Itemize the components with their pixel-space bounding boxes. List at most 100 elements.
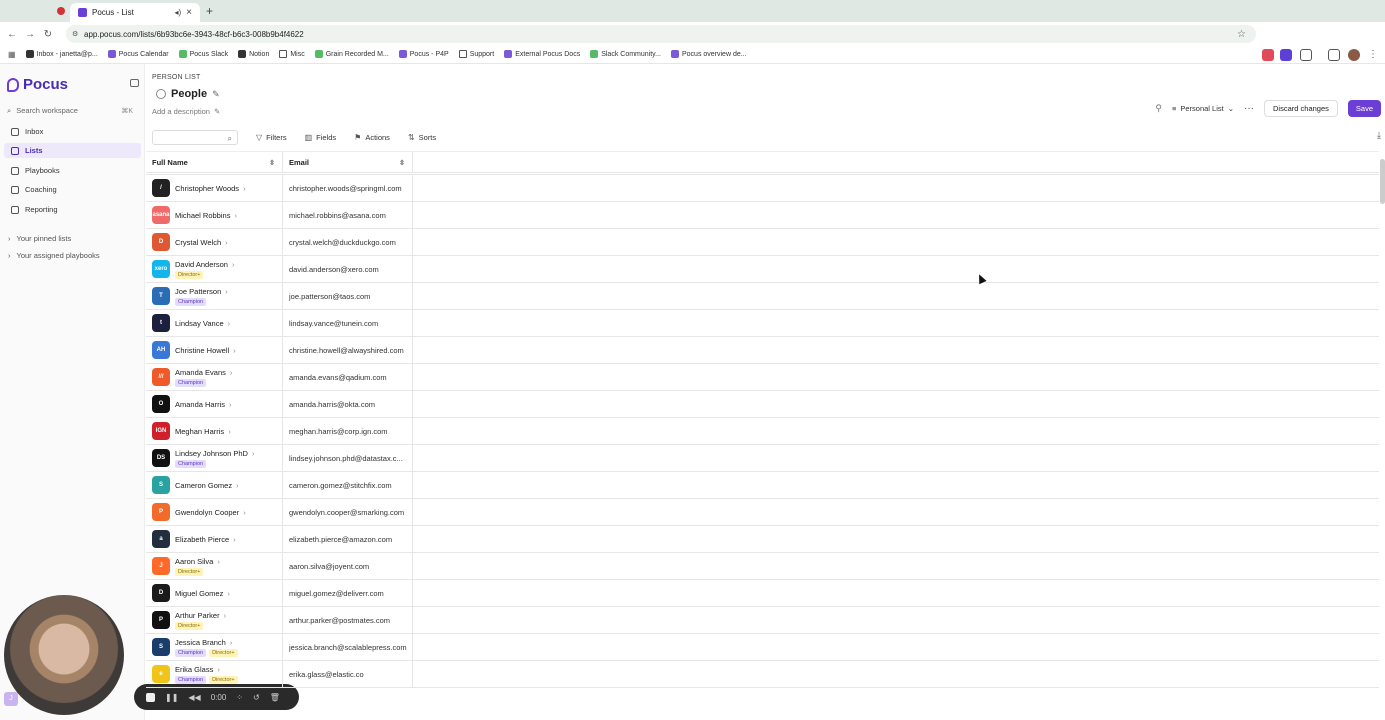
edit-title-icon[interactable]: ✎ xyxy=(212,89,220,100)
forward-icon[interactable]: → xyxy=(21,29,39,40)
speaker-icon[interactable]: ◂) xyxy=(174,8,181,17)
table-search-input[interactable]: ⌕ xyxy=(152,130,238,145)
full-name-cell[interactable]: a Elizabeth Pierce › xyxy=(146,526,283,552)
full-name-cell[interactable]: P Gwendolyn Cooper › xyxy=(146,499,283,525)
user-avatar[interactable]: J xyxy=(4,692,18,706)
person-name[interactable]: Christopher Woods › xyxy=(175,184,246,193)
sorts-button[interactable]: ⇅ Sorts xyxy=(408,133,436,142)
pin-icon[interactable]: ⚲ xyxy=(1155,103,1162,114)
table-row[interactable]: / Christopher Woods › christopher.woods@s… xyxy=(146,175,1379,202)
person-name[interactable]: Christine Howell › xyxy=(175,346,236,355)
full-name-cell[interactable]: T Joe Patterson › Champion xyxy=(146,283,283,309)
full-name-cell[interactable]: /// Amanda Evans › Champion xyxy=(146,364,283,390)
bookmark-item[interactable]: Inbox - janetta@p... xyxy=(25,50,98,58)
full-name-cell[interactable]: e Erika Glass › Champion Director+ xyxy=(146,661,283,687)
full-name-cell[interactable]: S Cameron Gomez › xyxy=(146,472,283,498)
table-row[interactable]: DS Lindsey Johnson PhD › Champion lindsey… xyxy=(146,445,1379,472)
person-name[interactable]: Amanda Harris › xyxy=(175,400,232,409)
email-cell[interactable]: joe.patterson@taos.com xyxy=(283,283,413,309)
email-cell[interactable]: aaron.silva@joyent.com xyxy=(283,553,413,579)
person-name[interactable]: Amanda Evans › xyxy=(175,368,232,377)
email-cell[interactable]: cameron.gomez@stitchfix.com xyxy=(283,472,413,498)
table-row[interactable]: AH Christine Howell › christine.howell@al… xyxy=(146,337,1379,364)
table-row[interactable]: S Cameron Gomez › cameron.gomez@stitchfix… xyxy=(146,472,1379,499)
person-name[interactable]: Jessica Branch › xyxy=(175,638,238,647)
search-workspace[interactable]: ⌕ Search workspace ⌘K xyxy=(7,104,135,117)
bookmark-item[interactable]: Pocus Calendar xyxy=(107,50,169,58)
table-row[interactable]: S Jessica Branch › Champion Director+ jess… xyxy=(146,634,1379,661)
sidebar-item-playbooks[interactable]: Playbooks xyxy=(4,163,141,178)
full-name-cell[interactable]: / Christopher Woods › xyxy=(146,175,283,201)
bookmark-item[interactable]: Slack Community... xyxy=(590,50,661,58)
table-row[interactable]: J Aaron Silva › Director+ aaron.silva@joy… xyxy=(146,553,1379,580)
close-tab-icon[interactable]: × xyxy=(186,7,192,18)
table-row[interactable]: e Erika Glass › Champion Director+ erika.g… xyxy=(146,661,1379,688)
table-row[interactable]: a Elizabeth Pierce › elizabeth.pierce@ama… xyxy=(146,526,1379,553)
full-name-cell[interactable]: J Aaron Silva › Director+ xyxy=(146,553,283,579)
full-name-cell[interactable]: t Lindsay Vance › xyxy=(146,310,283,336)
person-name[interactable]: Michael Robbins › xyxy=(175,211,237,220)
bookmark-item[interactable]: Support xyxy=(458,50,494,58)
apps-grid-icon[interactable]: ▦ xyxy=(8,50,16,59)
full-name-cell[interactable]: D Crystal Welch › xyxy=(146,229,283,255)
sidebar-item-reporting[interactable]: Reporting xyxy=(4,202,141,217)
save-button[interactable]: Save xyxy=(1347,100,1381,117)
more-options-icon[interactable]: ··· xyxy=(1244,103,1254,114)
full-name-cell[interactable]: D Miguel Gomez › xyxy=(146,580,283,606)
person-name[interactable]: Miguel Gomez › xyxy=(175,589,230,598)
email-cell[interactable]: gwendolyn.cooper@smarking.com xyxy=(283,499,413,525)
email-cell[interactable]: amanda.harris@okta.com xyxy=(283,391,413,417)
person-name[interactable]: Cameron Gomez › xyxy=(175,481,239,490)
bookmark-item[interactable]: Grain Recorded M... xyxy=(314,50,389,58)
site-info-icon[interactable]: ⚙ xyxy=(72,30,78,38)
table-row[interactable]: D Miguel Gomez › miguel.gomez@deliverr.co… xyxy=(146,580,1379,607)
scrollbar[interactable] xyxy=(1380,159,1385,204)
table-row[interactable]: P Arthur Parker › Director+ arthur.parker… xyxy=(146,607,1379,634)
description-field[interactable]: Add a description ✎ xyxy=(152,107,220,116)
table-row[interactable]: asana Michael Robbins › michael.robbins@a… xyxy=(146,202,1379,229)
person-name[interactable]: Aaron Silva › xyxy=(175,557,220,566)
table-row[interactable]: /// Amanda Evans › Champion amanda.evans@… xyxy=(146,364,1379,391)
pinned-lists-section[interactable]: › Your pinned lists xyxy=(8,234,71,243)
email-cell[interactable]: david.anderson@xero.com xyxy=(283,256,413,282)
full-name-cell[interactable]: O Amanda Harris › xyxy=(146,391,283,417)
person-name[interactable]: Erika Glass › xyxy=(175,665,238,674)
bookmark-item[interactable]: Pocus overview de... xyxy=(670,50,747,58)
table-row[interactable]: xero David Anderson › Director+ david.and… xyxy=(146,256,1379,283)
table-row[interactable]: t Lindsay Vance › lindsay.vance@tunein.co… xyxy=(146,310,1379,337)
new-tab-icon[interactable]: + xyxy=(206,4,213,18)
discard-changes-button[interactable]: Discard changes xyxy=(1264,100,1338,117)
fields-button[interactable]: ▥ Fields xyxy=(305,133,337,142)
email-cell[interactable]: michael.robbins@asana.com xyxy=(283,202,413,228)
email-cell[interactable]: crystal.welch@duckduckgo.com xyxy=(283,229,413,255)
browser-tab[interactable]: Pocus - List ◂) × xyxy=(70,3,200,22)
person-name[interactable]: Arthur Parker › xyxy=(175,611,226,620)
list-visibility-dropdown[interactable]: ≡ Personal List ⌄ xyxy=(1172,104,1234,113)
email-cell[interactable]: lindsey.johnson.phd@datastax.c... xyxy=(283,445,413,471)
person-name[interactable]: David Anderson › xyxy=(175,260,234,269)
sidebar-item-coaching[interactable]: Coaching xyxy=(4,182,141,197)
page-title[interactable]: People xyxy=(171,88,207,100)
back-icon[interactable]: ← xyxy=(3,29,21,40)
bookmark-item[interactable]: Pocus Slack xyxy=(178,50,228,58)
email-cell[interactable]: elizabeth.pierce@amazon.com xyxy=(283,526,413,552)
full-name-cell[interactable]: P Arthur Parker › Director+ xyxy=(146,607,283,633)
table-row[interactable]: P Gwendolyn Cooper › gwendolyn.cooper@sma… xyxy=(146,499,1379,526)
person-name[interactable]: Crystal Welch › xyxy=(175,238,228,247)
full-name-cell[interactable]: IGN Meghan Harris › xyxy=(146,418,283,444)
person-name[interactable]: Joe Patterson › xyxy=(175,287,228,296)
filters-button[interactable]: ▽ Filters xyxy=(256,133,287,142)
email-cell[interactable]: erika.glass@elastic.co xyxy=(283,661,413,687)
email-cell[interactable]: miguel.gomez@deliverr.com xyxy=(283,580,413,606)
person-name[interactable]: Lindsey Johnson PhD › xyxy=(175,449,254,458)
full-name-cell[interactable]: xero David Anderson › Director+ xyxy=(146,256,283,282)
table-row[interactable]: T Joe Patterson › Champion joe.patterson@… xyxy=(146,283,1379,310)
table-row[interactable]: IGN Meghan Harris › meghan.harris@corp.ig… xyxy=(146,418,1379,445)
email-cell[interactable]: meghan.harris@corp.ign.com xyxy=(283,418,413,444)
bookmark-star-icon[interactable]: ☆ xyxy=(1237,29,1246,40)
bookmark-item[interactable]: Misc xyxy=(279,50,305,58)
bookmark-item[interactable]: Pocus - P4P xyxy=(398,50,449,58)
email-cell[interactable]: jessica.branch@scalablepress.com xyxy=(283,634,413,660)
sidebar-item-inbox[interactable]: Inbox xyxy=(4,124,141,139)
bookmark-item[interactable]: External Pocus Docs xyxy=(504,50,580,58)
